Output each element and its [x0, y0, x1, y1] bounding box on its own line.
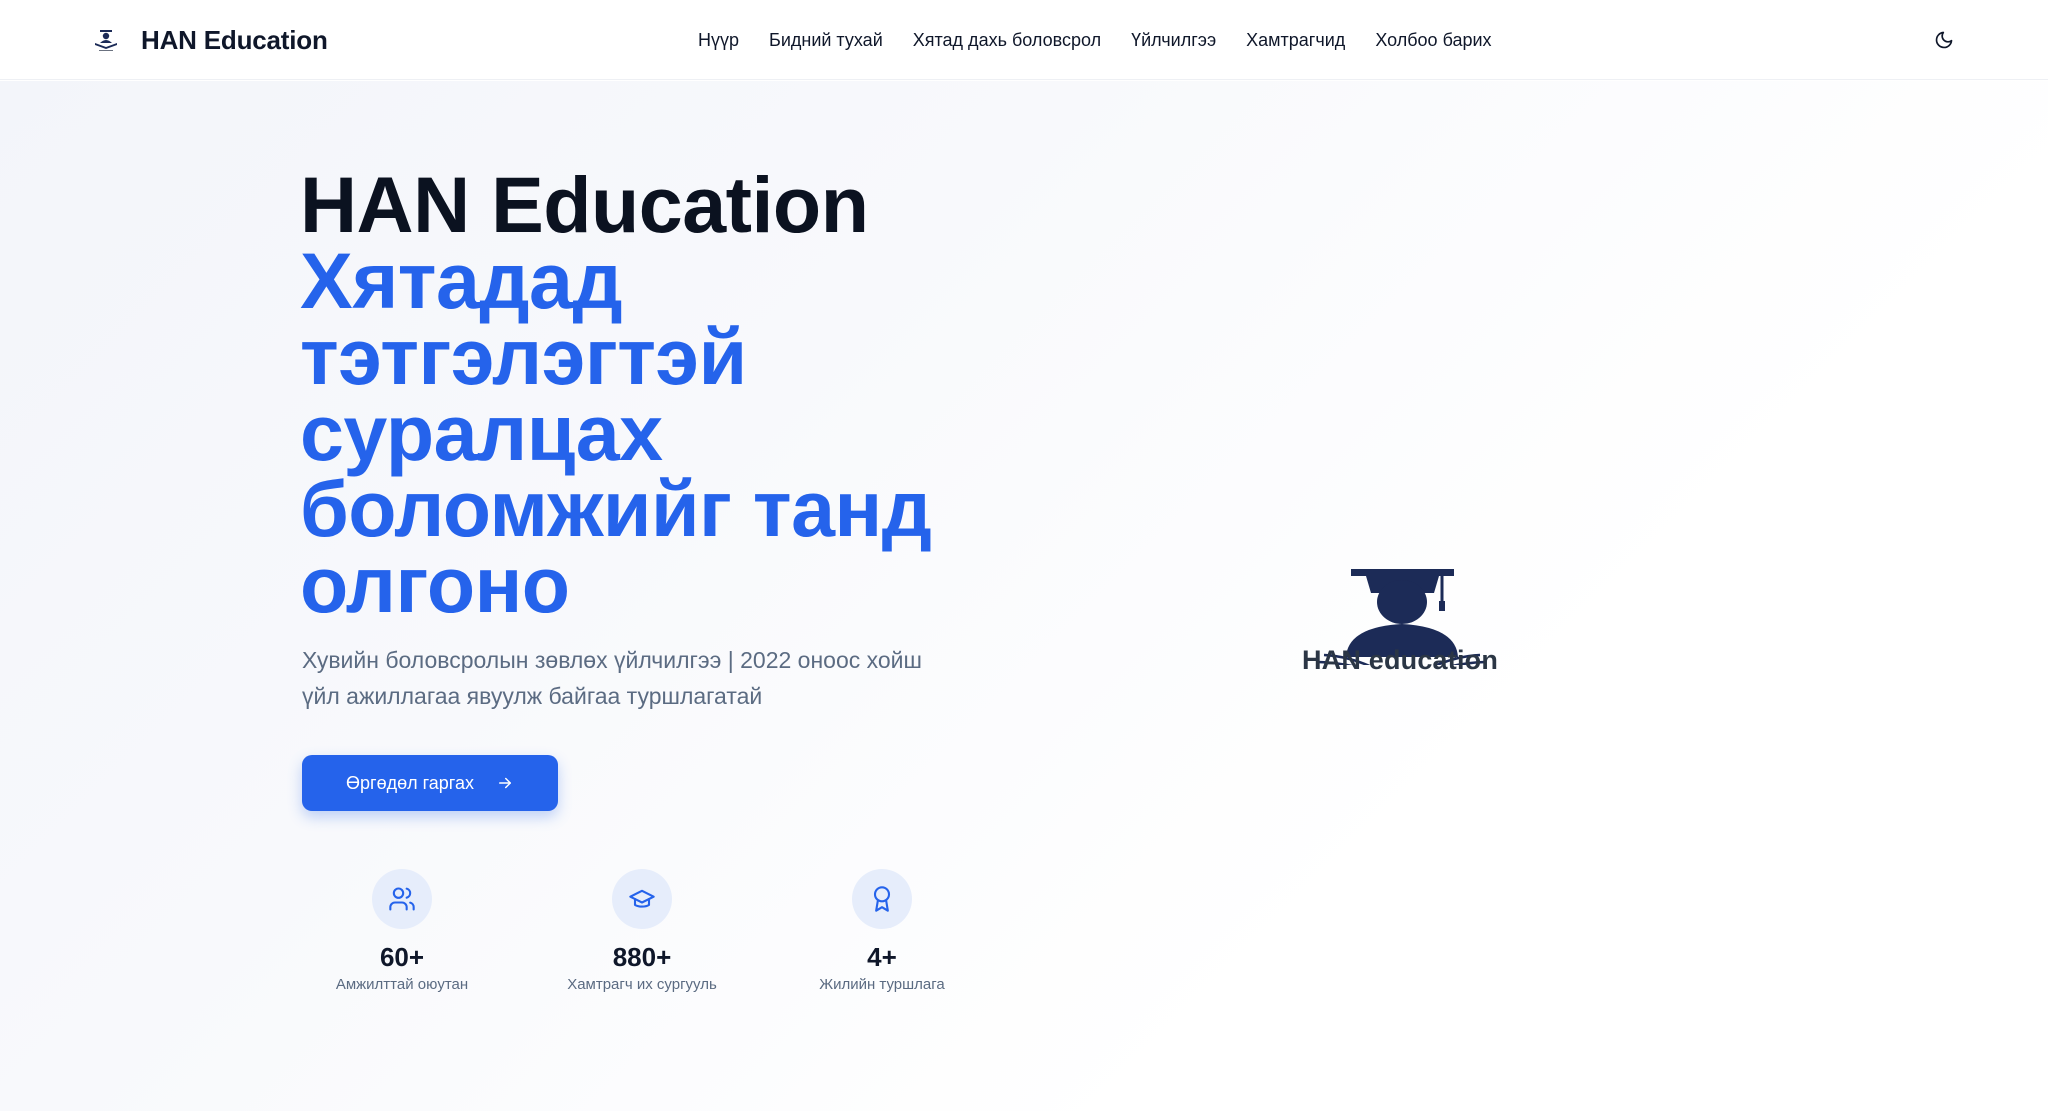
nav-link-services[interactable]: Үйлчилгээ [1131, 30, 1216, 51]
nav-link-education-in-china[interactable]: Хятад дахь боловсрол [913, 30, 1101, 51]
arrow-right-icon [496, 774, 514, 792]
stat-partner-universities: 880+ Хамтрагч их сургууль [532, 869, 752, 995]
brand-logo-icon [92, 26, 120, 54]
hero-section: HAN Education Хятадад тэтгэлэгтэй суралц… [0, 81, 2048, 1111]
theme-toggle-button[interactable] [1928, 24, 1960, 56]
graduation-cap-icon [628, 885, 656, 913]
apply-button[interactable]: Өргөдөл гаргах [302, 755, 558, 811]
stat-icon-container [852, 869, 912, 929]
hero-logo-text: HAN education [1301, 645, 1499, 675]
hero-subtitle-line: үйл ажиллагаа явуулж байгаа туршлагатай [302, 683, 763, 709]
hero-title-line: олгоно [300, 540, 570, 629]
stat-label: Жилийн туршлага [819, 976, 945, 993]
hero-subtitle: Хувийн боловсролын зөвлөх үйлчилгээ | 20… [302, 642, 982, 714]
hero-title-brand: HAN Education [300, 160, 869, 249]
nav-link-home[interactable]: Нүүр [698, 30, 739, 51]
apply-button-label: Өргөдөл гаргах [346, 772, 474, 793]
stat-icon-container [372, 869, 432, 929]
hero-subtitle-line: Хувийн боловсролын зөвлөх үйлчилгээ | 20… [302, 647, 922, 673]
hero-title: HAN Education Хятадад тэтгэлэгтэй суралц… [300, 160, 1020, 629]
users-icon [388, 885, 416, 913]
han-education-logo [1284, 485, 1520, 687]
stat-label: Хамтрагч их сургууль [567, 976, 717, 993]
nav-link-contact[interactable]: Холбоо барих [1375, 30, 1491, 51]
nav-link-about[interactable]: Бидний тухай [769, 30, 883, 51]
brand-name: HAN Education [141, 24, 328, 55]
hero-title-line: тэтгэлэгтэй [300, 312, 747, 401]
stat-value: 4+ [867, 942, 897, 972]
moon-icon [1934, 30, 1954, 50]
stat-value: 880+ [612, 942, 672, 972]
stat-experience: 4+ Жилийн туршлага [772, 869, 992, 995]
top-navbar: HAN Education Нүүр Бидний тухай Хятад да… [0, 0, 2048, 80]
hero-title-line: суралцах [300, 388, 663, 477]
stat-value: 60+ [379, 942, 425, 972]
main-nav: Нүүр Бидний тухай Хятад дахь боловсрол Ү… [698, 0, 1492, 80]
nav-link-partners[interactable]: Хамтрагчид [1246, 30, 1345, 51]
hero-title-line: боломжийг танд [300, 464, 932, 553]
hero-title-line: Хятадад [300, 236, 623, 325]
award-icon [868, 885, 896, 913]
stat-students: 60+ Амжилттай оюутан [292, 869, 512, 995]
stats-row: 60+ Амжилттай оюутан 880+ Хамтрагч их су… [302, 869, 1022, 1009]
stat-label: Амжилттай оюутан [335, 976, 469, 993]
brand[interactable]: HAN Education [92, 20, 328, 60]
stat-icon-container [612, 869, 672, 929]
